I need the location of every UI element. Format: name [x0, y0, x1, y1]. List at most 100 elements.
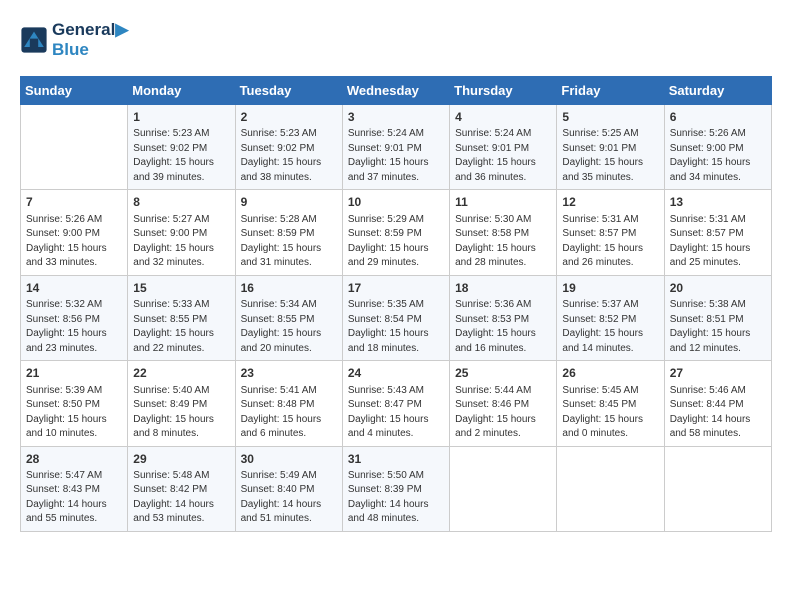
- day-info: Sunrise: 5:27 AM Sunset: 9:00 PM Dayligh…: [133, 213, 229, 271]
- day-number: 25: [455, 365, 551, 382]
- calendar-cell: [557, 446, 664, 531]
- calendar-row: 28Sunrise: 5:47 AM Sunset: 8:43 PM Dayli…: [21, 446, 772, 531]
- day-info: Sunrise: 5:47 AM Sunset: 8:43 PM Dayligh…: [26, 469, 122, 527]
- calendar-cell: 13 Sunrise: 5:31 AM Sunset: 8:57 PM Dayli…: [664, 190, 771, 275]
- calendar-cell: [21, 105, 128, 190]
- day-info: Sunrise: 5:46 AM Sunset: 8:44 PM Dayligh…: [670, 384, 766, 442]
- day-info: Sunrise: 5:30 AM Sunset: 8:58 PM Dayligh…: [455, 213, 551, 271]
- calendar-cell: 2Sunrise: 5:23 AM Sunset: 9:02 PM Daylig…: [235, 105, 342, 190]
- column-header-thursday: Thursday: [450, 77, 557, 105]
- calendar-cell: 26Sunrise: 5:45 AM Sunset: 8:45 PM Dayli…: [557, 361, 664, 446]
- day-info: Sunrise: 5:35 AM Sunset: 8:54 PM Dayligh…: [348, 298, 444, 356]
- logo-icon: [20, 26, 48, 54]
- day-info: Sunrise: 5:37 AM Sunset: 8:52 PM Dayligh…: [562, 298, 658, 356]
- column-header-wednesday: Wednesday: [342, 77, 449, 105]
- day-info: Sunrise: 5:44 AM Sunset: 8:46 PM Dayligh…: [455, 384, 551, 442]
- calendar-cell: 17Sunrise: 5:35 AM Sunset: 8:54 PM Dayli…: [342, 275, 449, 360]
- calendar-cell: 4Sunrise: 5:24 AM Sunset: 9:01 PM Daylig…: [450, 105, 557, 190]
- day-info: Sunrise: 5:31 AM Sunset: 8:57 PM Dayligh…: [670, 213, 766, 271]
- calendar-row: 21 Sunrise: 5:39 AM Sunset: 8:50 PM Dayli…: [21, 361, 772, 446]
- day-info: Sunrise: 5:33 AM Sunset: 8:55 PM Dayligh…: [133, 298, 229, 356]
- calendar-cell: 31Sunrise: 5:50 AM Sunset: 8:39 PM Dayli…: [342, 446, 449, 531]
- calendar-table: SundayMondayTuesdayWednesdayThursdayFrid…: [20, 76, 772, 532]
- calendar-cell: 10 Sunrise: 5:29 AM Sunset: 8:59 PM Dayli…: [342, 190, 449, 275]
- day-number: 14: [26, 280, 122, 297]
- day-number: 15: [133, 280, 229, 297]
- day-number: 1: [133, 109, 229, 126]
- column-header-monday: Monday: [128, 77, 235, 105]
- column-header-tuesday: Tuesday: [235, 77, 342, 105]
- calendar-cell: 24 Sunrise: 5:43 AM Sunset: 8:47 PM Dayli…: [342, 361, 449, 446]
- calendar-row: 14Sunrise: 5:32 AM Sunset: 8:56 PM Dayli…: [21, 275, 772, 360]
- calendar-cell: 21 Sunrise: 5:39 AM Sunset: 8:50 PM Dayli…: [21, 361, 128, 446]
- calendar-cell: 11 Sunrise: 5:30 AM Sunset: 8:58 PM Dayli…: [450, 190, 557, 275]
- day-info: Sunrise: 5:36 AM Sunset: 8:53 PM Dayligh…: [455, 298, 551, 356]
- day-info: Sunrise: 5:39 AM Sunset: 8:50 PM Dayligh…: [26, 384, 122, 442]
- calendar-cell: 15Sunrise: 5:33 AM Sunset: 8:55 PM Dayli…: [128, 275, 235, 360]
- day-number: 16: [241, 280, 337, 297]
- day-info: Sunrise: 5:49 AM Sunset: 8:40 PM Dayligh…: [241, 469, 337, 527]
- day-number: 18: [455, 280, 551, 297]
- column-header-friday: Friday: [557, 77, 664, 105]
- day-number: 12: [562, 194, 658, 211]
- calendar-cell: [450, 446, 557, 531]
- day-number: 27: [670, 365, 766, 382]
- day-info: Sunrise: 5:23 AM Sunset: 9:02 PM Dayligh…: [241, 127, 337, 185]
- day-info: Sunrise: 5:24 AM Sunset: 9:01 PM Dayligh…: [348, 127, 444, 185]
- day-number: 20: [670, 280, 766, 297]
- day-number: 6: [670, 109, 766, 126]
- day-number: 26: [562, 365, 658, 382]
- day-number: 7: [26, 194, 122, 211]
- day-number: 10: [348, 194, 444, 211]
- day-number: 19: [562, 280, 658, 297]
- day-info: Sunrise: 5:32 AM Sunset: 8:56 PM Dayligh…: [26, 298, 122, 356]
- day-number: 24: [348, 365, 444, 382]
- day-info: Sunrise: 5:40 AM Sunset: 8:49 PM Dayligh…: [133, 384, 229, 442]
- calendar-cell: 5Sunrise: 5:25 AM Sunset: 9:01 PM Daylig…: [557, 105, 664, 190]
- day-info: Sunrise: 5:29 AM Sunset: 8:59 PM Dayligh…: [348, 213, 444, 271]
- calendar-cell: 20Sunrise: 5:38 AM Sunset: 8:51 PM Dayli…: [664, 275, 771, 360]
- day-info: Sunrise: 5:38 AM Sunset: 8:51 PM Dayligh…: [670, 298, 766, 356]
- day-number: 2: [241, 109, 337, 126]
- day-number: 31: [348, 451, 444, 468]
- calendar-cell: 12Sunrise: 5:31 AM Sunset: 8:57 PM Dayli…: [557, 190, 664, 275]
- day-info: Sunrise: 5:41 AM Sunset: 8:48 PM Dayligh…: [241, 384, 337, 442]
- day-number: 4: [455, 109, 551, 126]
- calendar-cell: 22 Sunrise: 5:40 AM Sunset: 8:49 PM Dayli…: [128, 361, 235, 446]
- day-number: 8: [133, 194, 229, 211]
- header-row: SundayMondayTuesdayWednesdayThursdayFrid…: [21, 77, 772, 105]
- day-info: Sunrise: 5:26 AM Sunset: 9:00 PM Dayligh…: [670, 127, 766, 185]
- day-number: 22: [133, 365, 229, 382]
- calendar-cell: 27 Sunrise: 5:46 AM Sunset: 8:44 PM Dayli…: [664, 361, 771, 446]
- day-number: 11: [455, 194, 551, 211]
- day-number: 30: [241, 451, 337, 468]
- day-info: Sunrise: 5:24 AM Sunset: 9:01 PM Dayligh…: [455, 127, 551, 185]
- calendar-row: 1Sunrise: 5:23 AM Sunset: 9:02 PM Daylig…: [21, 105, 772, 190]
- calendar-cell: 8 Sunrise: 5:27 AM Sunset: 9:00 PM Daylig…: [128, 190, 235, 275]
- day-info: Sunrise: 5:23 AM Sunset: 9:02 PM Dayligh…: [133, 127, 229, 185]
- calendar-cell: 30Sunrise: 5:49 AM Sunset: 8:40 PM Dayli…: [235, 446, 342, 531]
- calendar-cell: 25 Sunrise: 5:44 AM Sunset: 8:46 PM Dayli…: [450, 361, 557, 446]
- day-number: 3: [348, 109, 444, 126]
- calendar-cell: 3Sunrise: 5:24 AM Sunset: 9:01 PM Daylig…: [342, 105, 449, 190]
- column-header-sunday: Sunday: [21, 77, 128, 105]
- calendar-row: 7 Sunrise: 5:26 AM Sunset: 9:00 PM Daylig…: [21, 190, 772, 275]
- calendar-cell: 23 Sunrise: 5:41 AM Sunset: 8:48 PM Dayli…: [235, 361, 342, 446]
- calendar-cell: 29Sunrise: 5:48 AM Sunset: 8:42 PM Dayli…: [128, 446, 235, 531]
- calendar-cell: 19Sunrise: 5:37 AM Sunset: 8:52 PM Dayli…: [557, 275, 664, 360]
- calendar-cell: [664, 446, 771, 531]
- day-number: 28: [26, 451, 122, 468]
- day-number: 21: [26, 365, 122, 382]
- day-info: Sunrise: 5:43 AM Sunset: 8:47 PM Dayligh…: [348, 384, 444, 442]
- calendar-cell: 1Sunrise: 5:23 AM Sunset: 9:02 PM Daylig…: [128, 105, 235, 190]
- logo: General▶ Blue: [20, 20, 128, 60]
- day-number: 23: [241, 365, 337, 382]
- day-info: Sunrise: 5:26 AM Sunset: 9:00 PM Dayligh…: [26, 213, 122, 271]
- day-info: Sunrise: 5:25 AM Sunset: 9:01 PM Dayligh…: [562, 127, 658, 185]
- day-number: 9: [241, 194, 337, 211]
- page-header: General▶ Blue: [20, 20, 772, 60]
- day-number: 13: [670, 194, 766, 211]
- calendar-cell: 18Sunrise: 5:36 AM Sunset: 8:53 PM Dayli…: [450, 275, 557, 360]
- calendar-cell: 28Sunrise: 5:47 AM Sunset: 8:43 PM Dayli…: [21, 446, 128, 531]
- day-number: 17: [348, 280, 444, 297]
